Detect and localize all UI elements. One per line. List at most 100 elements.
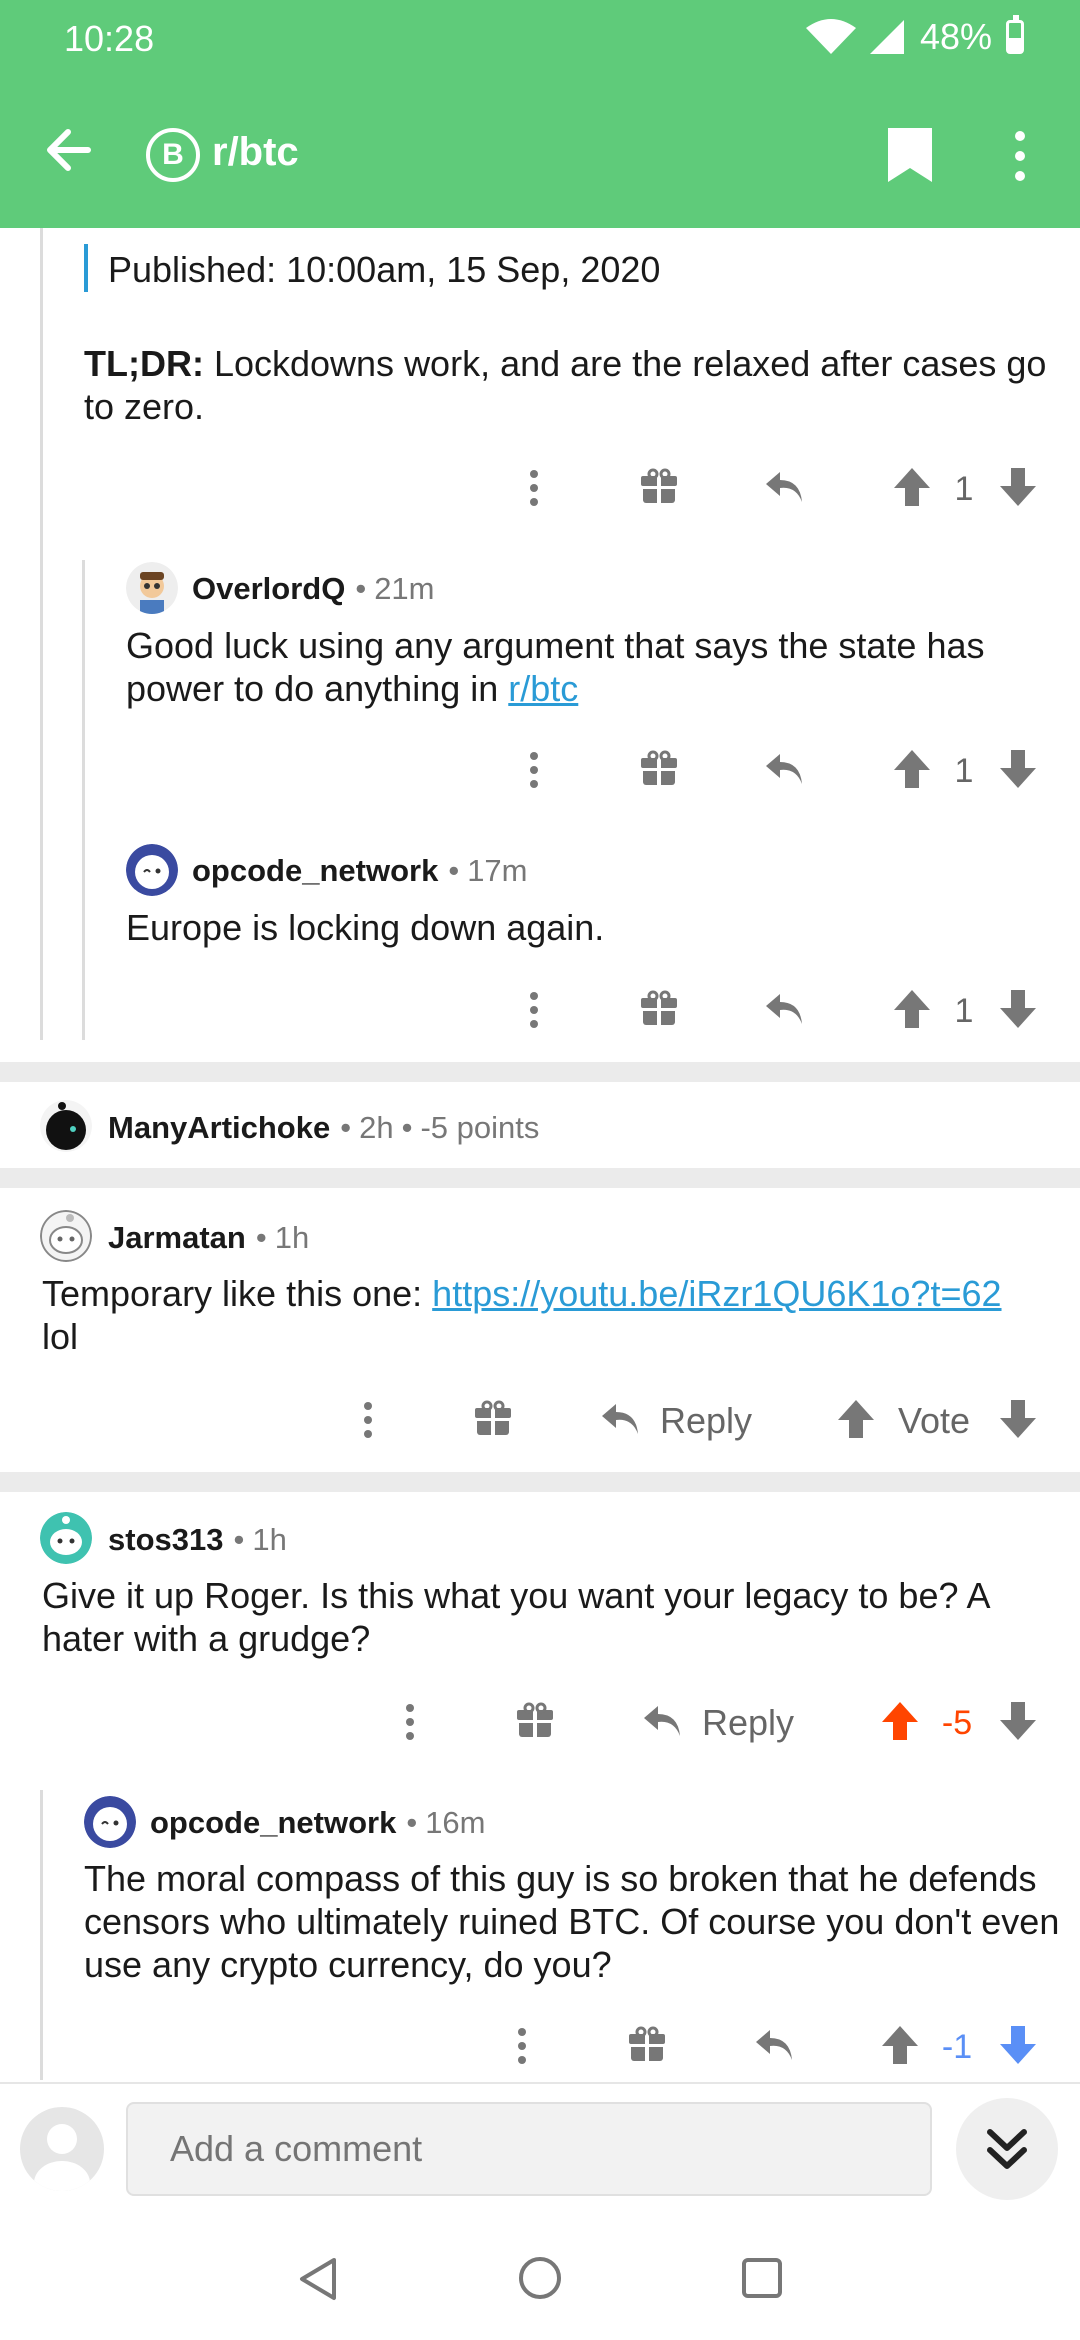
reply-button[interactable]: Reply (660, 1400, 752, 1442)
reply-icon[interactable] (762, 990, 806, 1030)
subreddit-icon: B (146, 128, 200, 182)
avatar[interactable] (126, 562, 178, 614)
comment-text: Temporary like this one: (42, 1273, 433, 1314)
upvote-icon[interactable] (892, 988, 932, 1030)
scroll-down-button[interactable] (956, 2098, 1058, 2200)
avatar[interactable] (84, 1796, 136, 1848)
bookmark-icon[interactable] (884, 124, 936, 186)
subreddit-title[interactable]: r/btc (212, 130, 299, 175)
battery-icon (1006, 15, 1024, 54)
gift-icon[interactable] (640, 990, 678, 1028)
author-name[interactable]: opcode_network (150, 1805, 396, 1841)
app-bar: 10:28 48% B r/btc (0, 0, 1080, 228)
more-icon[interactable] (396, 1700, 424, 1744)
comment-body: TL;DR: Lockdowns work, and are the relax… (84, 342, 1064, 428)
back-arrow-icon[interactable] (40, 118, 104, 182)
comment-body: Good luck using any argument that says t… (126, 624, 1026, 710)
author-name[interactable]: ManyArtichoke (108, 1110, 330, 1146)
gift-icon[interactable] (640, 468, 678, 506)
upvote-icon[interactable] (880, 2024, 920, 2066)
thread-line (40, 228, 43, 1040)
subreddit-link[interactable]: r/btc (508, 668, 578, 709)
comment-time: 17m (467, 853, 528, 888)
separator: • (233, 1522, 245, 1557)
author-name[interactable]: Jarmatan (108, 1220, 246, 1256)
downvote-icon[interactable] (998, 988, 1038, 1030)
upvote-icon[interactable] (892, 748, 932, 790)
reply-icon[interactable] (598, 1400, 642, 1440)
downvote-icon[interactable] (998, 1700, 1038, 1742)
nav-home-icon[interactable] (518, 2256, 562, 2300)
vote-label: Vote (898, 1400, 971, 1441)
nav-back-icon[interactable] (296, 2256, 340, 2302)
comment-body: Temporary like this one: https://youtu.b… (42, 1272, 1052, 1358)
gift-icon[interactable] (628, 2026, 666, 2064)
gift-icon[interactable] (474, 1400, 512, 1438)
comment-divider (0, 1472, 1080, 1492)
wifi-icon (805, 19, 856, 54)
comment-meta[interactable]: ManyArtichoke • 2h • -5 points (108, 1110, 539, 1146)
reply-icon[interactable] (752, 2026, 796, 2066)
reply-icon[interactable] (640, 1702, 684, 1742)
user-avatar-icon[interactable] (20, 2107, 104, 2191)
gift-icon[interactable] (516, 1702, 554, 1740)
comment-time: 1h (274, 1220, 310, 1255)
score: -5 (941, 1704, 973, 1742)
comment-time: 16m (425, 1805, 486, 1840)
more-icon[interactable] (508, 2024, 536, 2068)
separator: • (355, 571, 367, 606)
quote-bar (84, 244, 88, 292)
author-name[interactable]: stos313 (108, 1522, 223, 1558)
reply-icon[interactable] (762, 468, 806, 508)
comment-input[interactable] (126, 2102, 932, 2196)
youtube-link[interactable]: https://youtu.be/iRzr1QU6K1o?t=62 (432, 1273, 1001, 1314)
more-icon[interactable] (520, 748, 548, 792)
status-icons: 48% (805, 15, 1024, 58)
signal-icon (869, 20, 904, 54)
avatar[interactable] (40, 1512, 92, 1564)
comment-divider (0, 1062, 1080, 1082)
downvote-icon[interactable] (998, 2024, 1038, 2066)
upvote-icon[interactable] (892, 466, 932, 508)
tldr-text: Lockdowns work, and are the relaxed afte… (84, 343, 1047, 427)
upvote-icon[interactable] (880, 1700, 920, 1742)
comment-body: The moral compass of this guy is so brok… (84, 1858, 1060, 1985)
avatar[interactable] (40, 1100, 92, 1152)
score: 1 (954, 470, 974, 508)
comment-time: 2h (359, 1110, 394, 1145)
separator: • (448, 853, 460, 888)
downvote-icon[interactable] (998, 1398, 1038, 1440)
reply-button[interactable]: Reply (702, 1702, 794, 1744)
score: 1 (954, 992, 974, 1030)
separator: • (401, 1110, 413, 1145)
author-name[interactable]: opcode_network (192, 853, 438, 889)
comment-text-end: lol (42, 1316, 79, 1357)
downvote-icon[interactable] (998, 466, 1038, 508)
comment-body: Europe is locking down again. (126, 907, 605, 948)
author-name[interactable]: OverlordQ (192, 571, 345, 607)
reply-icon[interactable] (762, 750, 806, 790)
score: 1 (954, 752, 974, 790)
separator: • (340, 1110, 352, 1145)
more-icon[interactable] (520, 466, 548, 510)
comment-time: 21m (374, 571, 435, 606)
comment-points: -5 points (420, 1110, 540, 1145)
upvote-icon[interactable] (836, 1398, 876, 1440)
comment-meta: OverlordQ • 21m (192, 571, 435, 607)
comment-meta: stos313 • 1h (108, 1522, 287, 1558)
gift-icon[interactable] (640, 750, 678, 788)
nav-recents-icon[interactable] (740, 2256, 784, 2300)
more-icon[interactable] (354, 1398, 382, 1442)
avatar[interactable] (40, 1210, 92, 1262)
more-icon[interactable] (520, 988, 548, 1032)
comment-meta: Jarmatan • 1h (108, 1220, 309, 1256)
double-chevron-down-icon (987, 2129, 1027, 2169)
system-nav-bar (0, 2220, 1080, 2340)
avatar[interactable] (126, 844, 178, 896)
score: -1 (941, 2028, 973, 2066)
thread-line (82, 560, 85, 1040)
battery-percent: 48% (919, 16, 992, 57)
downvote-icon[interactable] (998, 748, 1038, 790)
comment-body: Give it up Roger. Is this what you want … (42, 1575, 989, 1659)
more-options-icon[interactable] (1000, 124, 1040, 188)
